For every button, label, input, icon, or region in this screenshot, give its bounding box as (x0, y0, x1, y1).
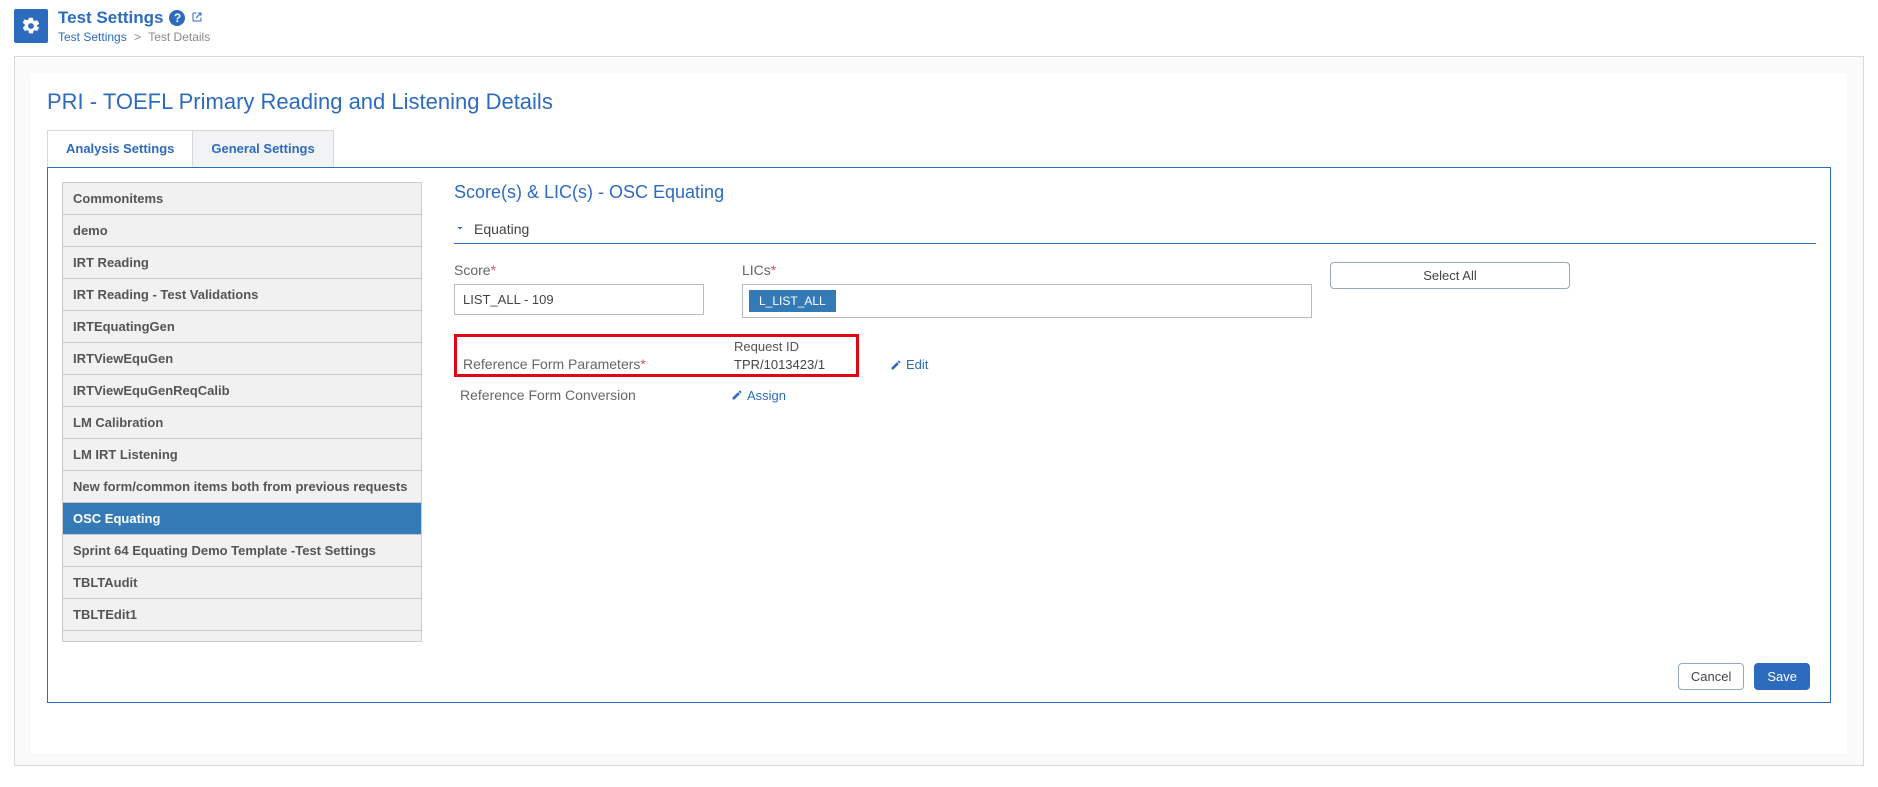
sidebar-item[interactable]: Sprint 64 Equating Demo Template -Test S… (63, 535, 421, 567)
edit-link[interactable]: Edit (890, 357, 928, 372)
sidebar-item[interactable]: TBLTEdit2 (63, 631, 421, 642)
lics-input[interactable]: L_LIST_ALL (742, 284, 1312, 318)
assign-link[interactable]: Assign (731, 388, 853, 403)
sidebar-item[interactable]: New form/common items both from previous… (63, 471, 421, 503)
help-icon[interactable]: ? (169, 10, 185, 26)
lics-chip[interactable]: L_LIST_ALL (749, 290, 836, 312)
page-title: PRI - TOEFL Primary Reading and Listenin… (47, 89, 1831, 115)
external-link-icon[interactable] (191, 10, 203, 26)
page-header: Test Settings ? Test Settings > Test Det… (0, 0, 1878, 44)
tab-general-settings[interactable]: General Settings (193, 130, 333, 167)
sidebar-item[interactable]: IRT Reading - Test Validations (63, 279, 421, 311)
save-button[interactable]: Save (1754, 663, 1810, 690)
right-pane: Score(s) & LIC(s) - OSC Equating Equatin… (454, 182, 1816, 642)
request-id-value: TPR/1013423/1 (734, 357, 884, 372)
sidebar-item[interactable]: IRTEquatingGen (63, 311, 421, 343)
reference-form-parameters-label: Reference Form Parameters* (463, 356, 728, 372)
chevron-down-icon (454, 222, 466, 237)
breadcrumb-current: Test Details (148, 30, 210, 44)
breadcrumb: Test Settings > Test Details (58, 28, 210, 44)
tabs: Analysis Settings General Settings (47, 129, 1831, 167)
inner-panel: PRI - TOEFL Primary Reading and Listenin… (31, 73, 1847, 753)
reference-form-conversion-label: Reference Form Conversion (460, 387, 725, 403)
equating-toggle[interactable]: Equating (454, 221, 1816, 244)
breadcrumb-separator: > (134, 30, 141, 44)
sidebar-item[interactable]: TBLTAudit (63, 567, 421, 599)
header-titles: Test Settings ? Test Settings > Test Det… (58, 8, 210, 44)
request-id-label: Request ID (734, 339, 884, 354)
footer-actions: Cancel Save (1678, 663, 1810, 690)
lics-label: LICs* (742, 262, 1312, 278)
cancel-button[interactable]: Cancel (1678, 663, 1744, 690)
equating-label: Equating (474, 221, 529, 237)
lics-field: LICs* L_LIST_ALL (742, 262, 1312, 318)
sidebar-wrap: CommonitemsdemoIRT ReadingIRT Reading - … (62, 182, 426, 642)
edit-icon (890, 359, 902, 371)
score-field: Score* (454, 262, 724, 315)
select-all-button[interactable]: Select All (1330, 262, 1570, 289)
tab-body: CommonitemsdemoIRT ReadingIRT Reading - … (47, 167, 1831, 703)
reference-block: Request ID Reference Form Parameters* TP… (454, 334, 1816, 403)
sidebar-item[interactable]: Commonitems (63, 183, 421, 215)
sidebar-item[interactable]: IRTViewEquGen (63, 343, 421, 375)
sidebar-item[interactable]: TBLTEdit1 (63, 599, 421, 631)
score-input[interactable] (454, 284, 704, 315)
reference-form-parameters-row: Request ID Reference Form Parameters* TP… (454, 334, 859, 377)
edit-icon (731, 389, 743, 401)
sidebar-item[interactable]: demo (63, 215, 421, 247)
page-title-small: Test Settings (58, 8, 163, 28)
sidebar-item[interactable]: OSC Equating (63, 503, 421, 535)
form-row-main: Score* LICs* L_LIST_ALL Select All (454, 262, 1816, 318)
sidebar-item[interactable]: IRT Reading (63, 247, 421, 279)
score-label: Score* (454, 262, 724, 278)
section-title: Score(s) & LIC(s) - OSC Equating (454, 182, 1816, 203)
tab-analysis-settings[interactable]: Analysis Settings (47, 130, 193, 167)
breadcrumb-root[interactable]: Test Settings (58, 30, 127, 44)
sidebar-list[interactable]: CommonitemsdemoIRT ReadingIRT Reading - … (62, 182, 422, 642)
outer-panel: PRI - TOEFL Primary Reading and Listenin… (14, 56, 1864, 766)
sidebar-item[interactable]: IRTViewEquGenReqCalib (63, 375, 421, 407)
gear-icon (14, 9, 48, 43)
select-all-wrap: Select All (1330, 262, 1570, 289)
sidebar-item[interactable]: LM Calibration (63, 407, 421, 439)
reference-form-conversion-row: Reference Form Conversion Assign (454, 377, 859, 403)
sidebar-item[interactable]: LM IRT Listening (63, 439, 421, 471)
